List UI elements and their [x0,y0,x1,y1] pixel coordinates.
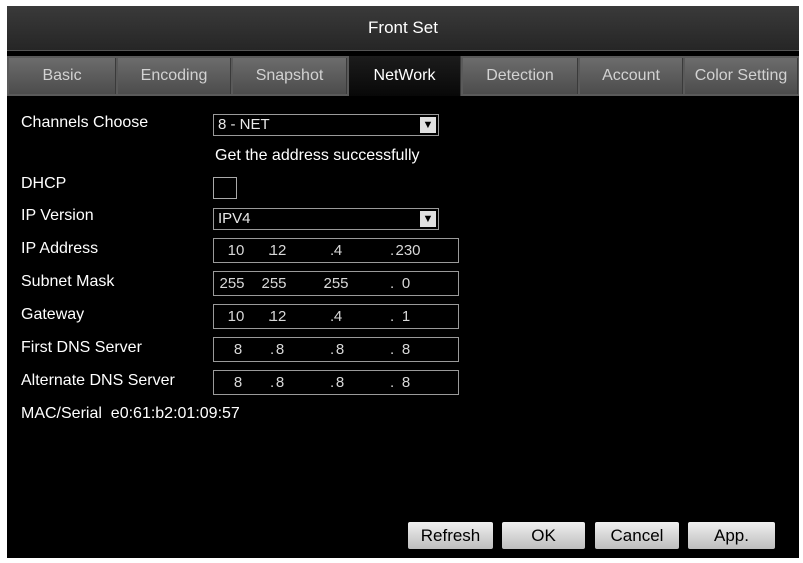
tab-snapshot[interactable]: Snapshot [233,58,347,94]
ip-octet: 12 [269,308,287,325]
ip-octet: 4 [333,242,343,259]
tab-detection[interactable]: Detection [463,58,578,94]
ip-octet: 230 [395,242,421,259]
ip-octet: 12 [269,242,287,259]
ip-octet: 8 [335,374,345,391]
ip-octet: 255 [261,275,287,292]
ip-octet: 4 [333,308,343,325]
subnet-mask-label: Subnet Mask [21,273,115,290]
ip-address-field[interactable]: 10 . 12 . 4 . 230 [213,238,459,263]
channels-select-value: 8 - NET [218,116,270,133]
alternate-dns-label: Alternate DNS Server [21,372,175,389]
ip-octet: 255 [219,275,245,292]
title-bar: Front Set [7,6,799,51]
ip-address-label: IP Address [21,240,99,257]
mac-serial-row: MAC/Serial e0:61:b2:01:09:57 [21,405,240,423]
first-dns-label: First DNS Server [21,339,142,356]
cancel-button[interactable]: Cancel [595,522,679,549]
mac-label: MAC/Serial [21,405,102,422]
chevron-down-icon: ▼ [420,117,436,133]
alternate-dns-field[interactable]: 8 . 8 . 8 . 8 [213,370,459,395]
dhcp-checkbox[interactable] [213,177,237,199]
ip-octet: 8 [233,341,243,358]
tab-network[interactable]: NetWork [349,56,461,96]
ip-octet: 8 [275,374,285,391]
tab-basic[interactable]: Basic [9,58,116,94]
ip-octet: 8 [275,341,285,358]
chevron-down-icon: ▼ [420,211,436,227]
first-dns-field[interactable]: 8 . 8 . 8 . 8 [213,337,459,362]
dhcp-label: DHCP [21,175,67,192]
tab-color-setting[interactable]: Color Setting [685,58,798,94]
channels-select[interactable]: 8 - NET ▼ [213,114,439,136]
subnet-mask-field[interactable]: 255 . 255 . 255 . 0 [213,271,459,296]
window-title: Front Set [368,18,438,37]
channels-choose-label: Channels Choose [21,114,149,131]
ip-octet: 10 [227,308,245,325]
front-set-window: Front Set Basic Encoding Snapshot NetWor… [7,6,799,558]
gateway-label: Gateway [21,306,85,323]
ip-octet: 0 [401,275,411,292]
tab-bar: Basic Encoding Snapshot NetWork Detectio… [7,56,799,96]
ip-version-value: IPV4 [218,210,251,227]
ok-button[interactable]: OK [502,522,585,549]
tab-encoding[interactable]: Encoding [118,58,231,94]
ip-version-select[interactable]: IPV4 ▼ [213,208,439,230]
ip-octet: 8 [233,374,243,391]
tab-account[interactable]: Account [580,58,683,94]
ip-octet: 8 [401,374,411,391]
gateway-field[interactable]: 10 . 12 . 4 . 1 [213,304,459,329]
ip-octet: 10 [227,242,245,259]
apply-button[interactable]: App. [688,522,775,549]
ip-octet: 1 [401,308,411,325]
ip-octet: 255 [323,275,349,292]
refresh-button[interactable]: Refresh [408,522,493,549]
mac-value: e0:61:b2:01:09:57 [110,405,240,422]
ip-octet: 8 [401,341,411,358]
status-message: Get the address successfully [215,147,420,164]
ip-version-label: IP Version [21,207,94,224]
ip-octet: 8 [335,341,345,358]
